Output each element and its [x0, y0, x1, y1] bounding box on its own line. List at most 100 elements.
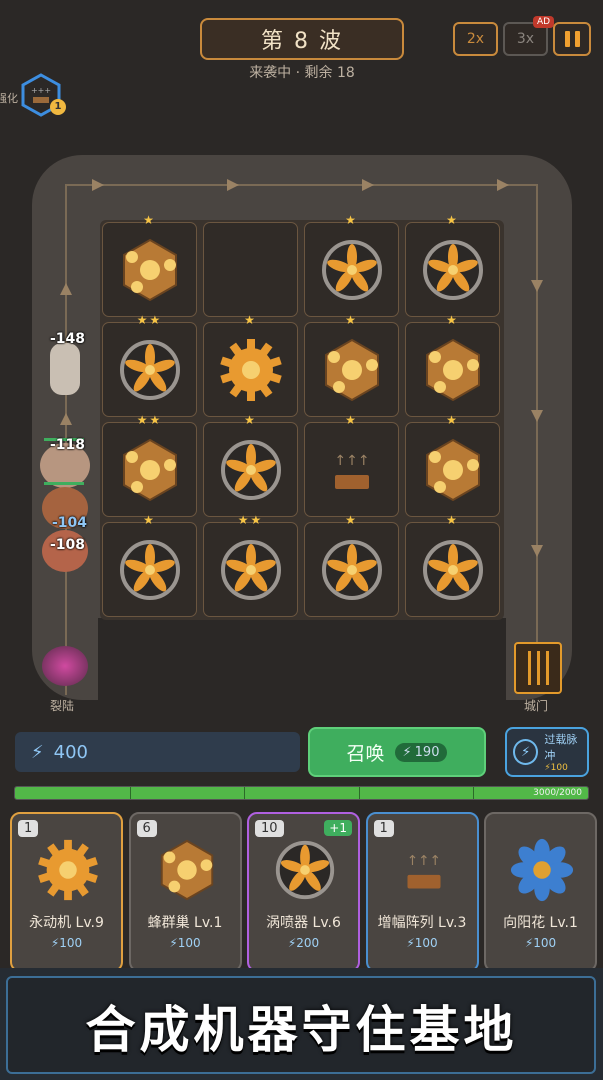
hive-icon: [418, 335, 488, 409]
wave-title: 第 8 波: [200, 18, 404, 60]
base-gate: [514, 642, 562, 694]
card-name: 涡喷器 Lv.6: [266, 915, 341, 931]
hive-icon: [418, 435, 488, 509]
card-cost: ⚡100: [524, 936, 557, 950]
summon-label: 召唤: [346, 742, 385, 765]
enemy-spawn-portal: [42, 646, 88, 686]
star-rating: ★★: [136, 413, 163, 427]
turbine-icon: [216, 535, 286, 609]
wave-progress-bar: 3000/2000: [14, 786, 589, 800]
unit-card-amplifier[interactable]: 1 ↑↑↑ 增幅阵列 Lv.3 ⚡100: [365, 812, 479, 972]
grid-cell-turbine[interactable]: ★: [304, 513, 399, 617]
card-cost: ⚡100: [406, 936, 438, 950]
pulse-cost: ⚡100: [544, 763, 568, 773]
upgrade-label: 强化: [0, 92, 18, 105]
grid-cell-turbine[interactable]: ★: [405, 213, 500, 317]
overload-pulse-button[interactable]: ⚡ 过载脉冲 ⚡100: [505, 727, 589, 777]
unit-card-gear[interactable]: 1 永动机 Lv.9 ⚡100: [10, 812, 123, 972]
card-name: 向阳花 Lv.1: [503, 915, 578, 931]
star-rating: ★: [143, 213, 156, 227]
pulse-label: 过载脉冲: [544, 733, 578, 762]
star-rating: ★: [446, 213, 459, 227]
grid-cell-hive[interactable]: ★★: [102, 413, 197, 517]
spawn-label: 裂陆: [50, 699, 75, 713]
gear-icon: [34, 836, 102, 904]
summon-button[interactable]: 召唤 ⚡ 190: [308, 727, 486, 777]
card-cost: ⚡100: [169, 936, 201, 950]
star-rating: ★: [446, 413, 459, 427]
pause-button[interactable]: [553, 22, 591, 56]
card-name: 永动机 Lv.9: [29, 915, 104, 931]
star-rating: ★: [345, 413, 358, 427]
hive-icon: [153, 836, 221, 904]
star-rating: ★★: [237, 513, 264, 527]
progress-text: 3000/2000: [533, 788, 582, 798]
star-rating: ★★: [136, 313, 163, 327]
lightning-icon: ⚡: [31, 741, 44, 763]
grid-cell-hive[interactable]: ★: [304, 313, 399, 417]
gate-label: 城门: [524, 699, 549, 713]
card-count: 1: [18, 820, 39, 837]
enemy-column: -148 -118 -104 -108: [40, 325, 90, 595]
card-count: 6: [136, 820, 157, 837]
hive-icon: [317, 335, 387, 409]
unit-card-hive[interactable]: 6 蜂群巢 Lv.1 ⚡100: [128, 812, 242, 972]
damage-number: -118: [50, 437, 86, 453]
card-cost: ⚡100: [50, 936, 83, 950]
card-name: 蜂群巢 Lv.1: [147, 915, 223, 931]
enemy-unit: [50, 343, 80, 395]
star-rating: ★: [244, 313, 257, 327]
card-cost: ⚡200: [287, 936, 320, 950]
turbine-icon: [271, 836, 339, 904]
grid-cell-turbine[interactable]: ★★: [102, 313, 197, 417]
grid-cell-turbine[interactable]: ★: [102, 513, 197, 617]
star-rating: ★: [345, 213, 358, 227]
grid-cell-turbine[interactable]: ★: [405, 513, 500, 617]
svg-text:↑↑↑: ↑↑↑: [334, 453, 369, 469]
unit-card-sunflower[interactable]: 向阳花 Lv.1 ⚡100: [484, 812, 597, 972]
hive-icon: [115, 235, 185, 309]
pause-icon: [564, 31, 570, 47]
speed-2x-button[interactable]: 2x: [453, 22, 498, 56]
progress-fill: [15, 787, 588, 799]
summon-cost: ⚡ 190: [394, 742, 448, 762]
damage-number: -108: [50, 537, 86, 553]
star-rating: ★: [446, 313, 459, 327]
star-rating: ★: [143, 513, 156, 527]
grid-cell-hive[interactable]: ★: [405, 313, 500, 417]
grid-cell-amplifier[interactable]: ★ ↑↑↑: [304, 413, 399, 517]
grid-cell-gear[interactable]: ★: [203, 313, 298, 417]
merge-grid: ★ ★ ★ ★★ ★ ★ ★ ★★ ★ ★ ↑↑↑ ★ ★ ★★ ★ ★: [100, 213, 504, 620]
grid-cell-empty[interactable]: [203, 222, 298, 317]
grid-cell-turbine[interactable]: ★: [203, 413, 298, 517]
card-name: 增幅阵列 Lv.3: [377, 915, 467, 931]
banner-title: 合成机器守住基地: [85, 1001, 518, 1059]
amplifier-icon: ↑↑↑: [390, 836, 458, 904]
turbine-icon: [317, 235, 387, 309]
energy-display: ⚡ 400: [15, 732, 300, 772]
unit-card-turbine[interactable]: 10 +1 涡喷器 Lv.6 ⚡200: [247, 812, 360, 972]
card-count: 10: [255, 820, 284, 837]
svg-text:↑↑↑: ↑↑↑: [406, 853, 440, 869]
star-rating: ★: [345, 513, 358, 527]
grid-cell-turbine[interactable]: ★★: [203, 513, 298, 617]
grid-cell-turbine[interactable]: ★: [304, 213, 399, 317]
star-rating: ★: [244, 413, 257, 427]
turbine-icon: [115, 535, 185, 609]
turbine-icon: [115, 335, 185, 409]
star-rating: ★: [345, 313, 358, 327]
upgrade-count-badge: 1: [50, 99, 66, 115]
lightning-icon: ⚡: [402, 744, 412, 760]
gear-icon: [216, 335, 286, 409]
ad-badge: AD: [533, 16, 555, 28]
amplifier-icon: ↑↑↑: [317, 435, 387, 509]
enemy-health-bar: [44, 482, 84, 485]
damage-number: -148: [50, 331, 86, 347]
lightning-icon: ⚡: [513, 739, 539, 765]
grid-cell-hive[interactable]: ★: [405, 413, 500, 517]
turbine-icon: [418, 235, 488, 309]
grid-cell-hive[interactable]: ★: [102, 213, 197, 317]
star-rating: ★: [446, 513, 459, 527]
energy-value: 400: [53, 741, 88, 763]
damage-number: -104: [52, 515, 88, 531]
